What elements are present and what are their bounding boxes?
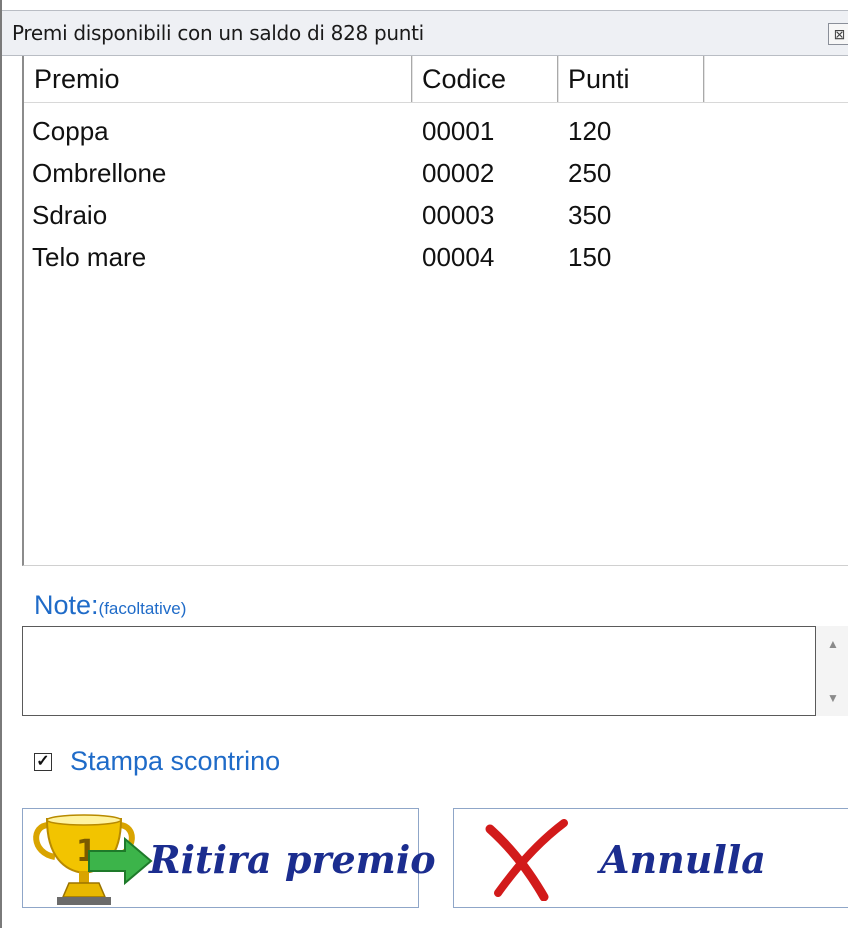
note-textarea[interactable] bbox=[22, 626, 816, 716]
cell-punti: 250 bbox=[568, 158, 612, 188]
prize-list[interactable]: Premio Codice Punti Coppa 00001 120 Ombr… bbox=[22, 56, 848, 566]
cell-premio: Coppa bbox=[32, 116, 109, 146]
cell-codice: 00003 bbox=[422, 200, 495, 230]
table-row[interactable]: Ombrellone 00002 250 bbox=[24, 152, 848, 194]
ritira-premio-label: Ritira premio bbox=[149, 837, 436, 882]
trophy-icon: 1 bbox=[33, 814, 153, 905]
window-title: Premi disponibili con un saldo di 828 pu… bbox=[12, 21, 424, 45]
note-label-text: Note: bbox=[34, 590, 99, 620]
column-header-punti[interactable]: Punti bbox=[558, 56, 705, 102]
column-header-codice[interactable]: Codice bbox=[412, 56, 559, 102]
close-icon: ⊠ bbox=[833, 26, 846, 42]
table-row[interactable]: Telo mare 00004 150 bbox=[24, 236, 848, 278]
cell-punti: 350 bbox=[568, 200, 612, 230]
annulla-button[interactable]: Annulla bbox=[453, 808, 848, 908]
list-header: Premio Codice Punti bbox=[24, 56, 848, 103]
prize-dialog: Premi disponibili con un saldo di 828 pu… bbox=[0, 0, 848, 928]
column-header-empty bbox=[704, 56, 848, 102]
checkmark-icon: ✓ bbox=[36, 753, 50, 770]
cell-premio: Sdraio bbox=[32, 200, 108, 230]
note-label: Note:(facoltative) bbox=[34, 590, 186, 621]
red-x-icon bbox=[485, 819, 568, 901]
cell-premio: Telo mare bbox=[32, 242, 147, 272]
scroll-down-icon[interactable]: ▼ bbox=[816, 686, 848, 710]
annulla-label: Annulla bbox=[600, 837, 766, 882]
title-bar: Premi disponibili con un saldo di 828 pu… bbox=[2, 10, 848, 56]
scroll-up-icon[interactable]: ▲ bbox=[816, 632, 848, 656]
cell-codice: 00004 bbox=[422, 242, 495, 272]
print-receipt-label[interactable]: Stampa scontrino bbox=[70, 746, 280, 777]
cell-punti: 120 bbox=[568, 116, 612, 146]
cell-punti: 150 bbox=[568, 242, 612, 272]
note-sublabel: (facoltative) bbox=[98, 599, 187, 618]
table-row[interactable]: Coppa 00001 120 bbox=[24, 110, 848, 152]
cell-premio: Ombrellone bbox=[32, 158, 167, 188]
close-button[interactable]: ⊠ bbox=[828, 23, 848, 45]
cell-codice: 00001 bbox=[422, 116, 495, 146]
print-receipt-checkbox[interactable]: ✓ bbox=[34, 753, 52, 771]
note-scrollbar[interactable]: ▲ ▼ bbox=[816, 626, 848, 716]
cell-codice: 00002 bbox=[422, 158, 495, 188]
column-header-premio[interactable]: Premio bbox=[24, 56, 413, 102]
ritira-premio-button[interactable]: 1 Ritira premio bbox=[22, 808, 436, 908]
table-row[interactable]: Sdraio 00003 350 bbox=[24, 194, 848, 236]
list-rows: Coppa 00001 120 Ombrellone 00002 250 Sdr… bbox=[24, 110, 848, 278]
